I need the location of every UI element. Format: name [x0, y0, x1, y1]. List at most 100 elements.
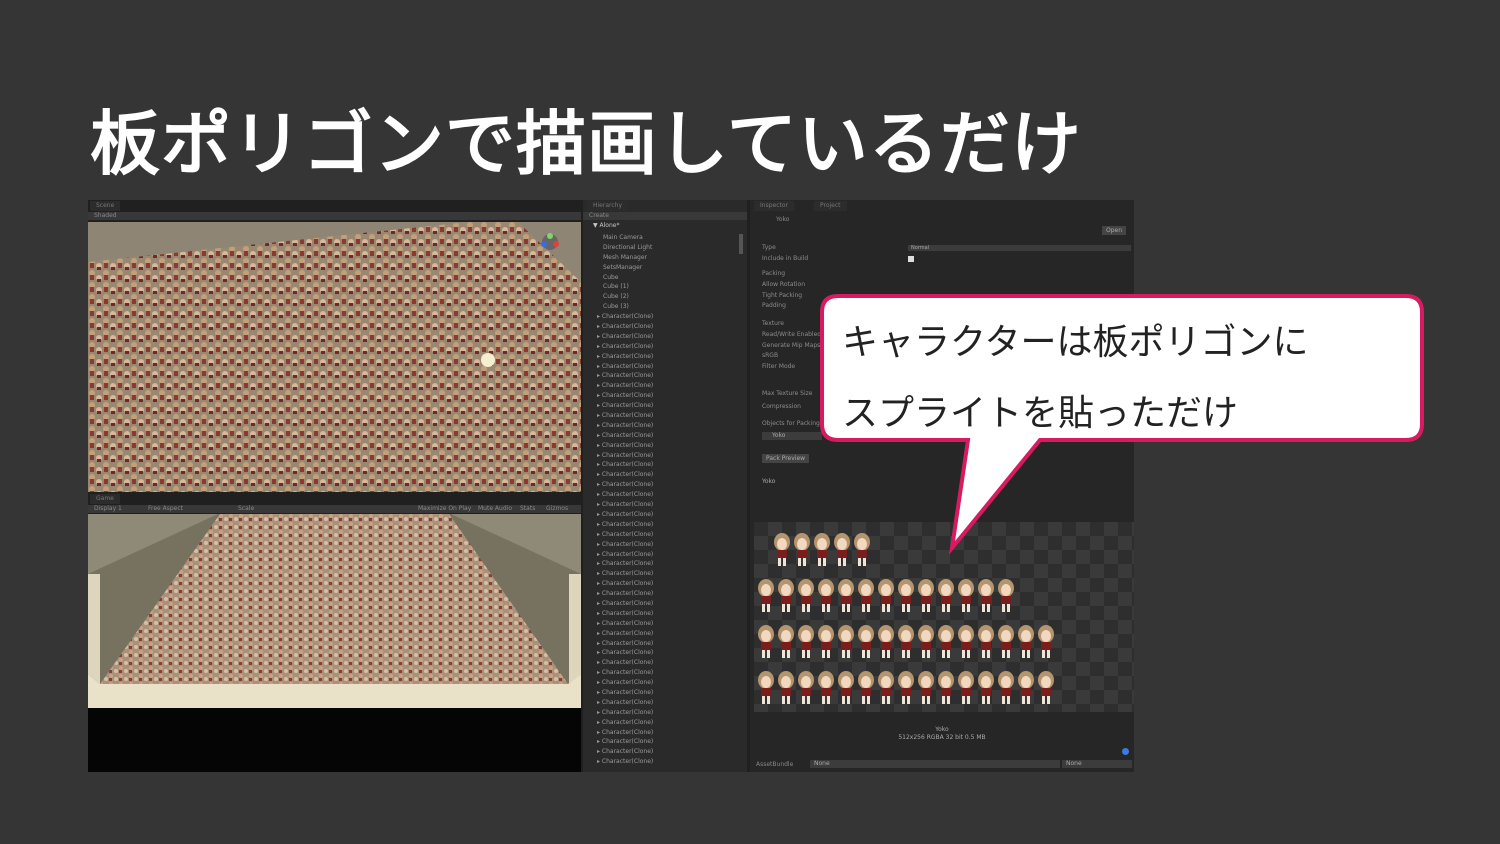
hierarchy-clone-item[interactable]: ▸ Character(Clone) [597, 411, 743, 421]
game-viewport[interactable] [88, 514, 581, 772]
property-label: Read/Write Enabled [762, 331, 822, 338]
callout-line-1: キャラクターは板ポリゴンに [842, 322, 1309, 363]
hierarchy-tab[interactable]: Hierarchy [587, 201, 629, 211]
property-label: Generate Mip Maps [762, 342, 821, 349]
hierarchy-clone-item[interactable]: ▸ Character(Clone) [597, 579, 743, 589]
hierarchy-clone-item[interactable]: ▸ Character(Clone) [597, 342, 743, 352]
hierarchy-item[interactable]: Main Camera [603, 233, 743, 243]
hierarchy-clone-item[interactable]: ▸ Character(Clone) [597, 609, 743, 619]
hierarchy-clone-item[interactable]: ▸ Character(Clone) [597, 718, 743, 728]
hierarchy-clone-item[interactable]: ▸ Character(Clone) [597, 421, 743, 431]
hierarchy-clone-item[interactable]: ▸ Character(Clone) [597, 678, 743, 688]
maximize-on-play-button[interactable]: Maximize On Play [418, 505, 471, 513]
gizmos-button[interactable]: Gizmos [546, 505, 568, 513]
hierarchy-clone-item[interactable]: ▸ Character(Clone) [597, 648, 743, 658]
hierarchy-clone-item[interactable]: ▸ Character(Clone) [597, 510, 743, 520]
hierarchy-clone-item[interactable]: ▸ Character(Clone) [597, 460, 743, 470]
hierarchy-clone-item[interactable]: ▸ Character(Clone) [597, 540, 743, 550]
sprite-frame [938, 671, 954, 704]
hierarchy-clone-item[interactable]: ▸ Character(Clone) [597, 362, 743, 372]
hierarchy-clone-item[interactable]: ▸ Character(Clone) [597, 381, 743, 391]
hierarchy-clone-item[interactable]: ▸ Character(Clone) [597, 688, 743, 698]
sprite-frame [878, 671, 894, 704]
slide-title: 板ポリゴンで描画しているだけ [90, 103, 1082, 185]
hierarchy-item[interactable]: Cube (3) [603, 302, 743, 312]
sprite-frame [1038, 625, 1054, 658]
hierarchy-item[interactable]: Cube (2) [603, 292, 743, 302]
sprite-frame [998, 579, 1014, 612]
hierarchy-clone-item[interactable]: ▸ Character(Clone) [597, 737, 743, 747]
hierarchy-clone-item[interactable]: ▸ Character(Clone) [597, 312, 743, 322]
hierarchy-scrollbar[interactable] [739, 234, 743, 254]
hierarchy-clone-item[interactable]: ▸ Character(Clone) [597, 371, 743, 381]
hierarchy-clone-item[interactable]: ▸ Character(Clone) [597, 352, 743, 362]
hierarchy-clone-item[interactable]: ▸ Character(Clone) [597, 658, 743, 668]
hierarchy-clone-item[interactable]: ▸ Character(Clone) [597, 757, 743, 767]
include-in-build-checkbox[interactable] [908, 256, 914, 262]
hierarchy-clone-item[interactable]: ▸ Character(Clone) [597, 391, 743, 401]
shading-mode-dropdown[interactable]: Shaded [94, 212, 117, 220]
hierarchy-clone-item[interactable]: ▸ Character(Clone) [597, 747, 743, 757]
hierarchy-item[interactable]: SetsManager [603, 263, 743, 273]
property-label: Tight Packing [762, 292, 803, 299]
hierarchy-clone-item[interactable]: ▸ Character(Clone) [597, 708, 743, 718]
scene-tab[interactable]: Scene [90, 201, 121, 211]
hierarchy-clone-item[interactable]: ▸ Character(Clone) [597, 490, 743, 500]
preview-light-icon[interactable] [1122, 748, 1129, 755]
hierarchy-clone-item[interactable]: ▸ Character(Clone) [597, 550, 743, 560]
scene-root-item[interactable]: ▼ Alone* [593, 222, 619, 229]
property-label: Texture [762, 320, 784, 327]
hierarchy-clone-item[interactable]: ▸ Character(Clone) [597, 401, 743, 411]
hierarchy-clone-item[interactable]: ▸ Character(Clone) [597, 451, 743, 461]
sprite-frame [858, 671, 874, 704]
create-dropdown[interactable]: Create [589, 212, 609, 220]
hierarchy-clone-item[interactable]: ▸ Character(Clone) [597, 431, 743, 441]
hierarchy-clone-item[interactable]: ▸ Character(Clone) [597, 639, 743, 649]
packing-object-field[interactable]: Yoko [762, 432, 822, 440]
sprite-frame [758, 671, 774, 704]
sprite-frame [778, 625, 794, 658]
property-label: Compression [762, 403, 801, 410]
sprite-frame [834, 533, 850, 566]
hierarchy-clone-item[interactable]: ▸ Character(Clone) [597, 698, 743, 708]
hierarchy-clone-item[interactable]: ▸ Character(Clone) [597, 500, 743, 510]
asset-bundle-variant-dropdown[interactable]: None [1062, 760, 1132, 768]
hierarchy-clone-item[interactable]: ▸ Character(Clone) [597, 629, 743, 639]
hierarchy-clone-item[interactable]: ▸ Character(Clone) [597, 559, 743, 569]
light-gizmo-icon[interactable] [481, 353, 495, 367]
inspector-tab[interactable]: Inspector [754, 201, 794, 211]
project-tab[interactable]: Project [814, 201, 847, 211]
asset-bundle-dropdown[interactable]: None [810, 760, 1060, 768]
sprite-frame [898, 579, 914, 612]
hierarchy-clone-item[interactable]: ▸ Character(Clone) [597, 520, 743, 530]
hierarchy-clone-item[interactable]: ▸ Character(Clone) [597, 589, 743, 599]
pack-preview-button[interactable]: Pack Preview [762, 454, 810, 463]
hierarchy-clone-item[interactable]: ▸ Character(Clone) [597, 619, 743, 629]
hierarchy-clone-item[interactable]: ▸ Character(Clone) [597, 470, 743, 480]
display-dropdown[interactable]: Display 1 [94, 505, 122, 513]
hierarchy-clone-item[interactable]: ▸ Character(Clone) [597, 322, 743, 332]
asset-bundle-label: AssetBundle [756, 761, 794, 768]
hierarchy-clone-item[interactable]: ▸ Character(Clone) [597, 728, 743, 738]
scale-slider[interactable]: Scale [238, 505, 254, 513]
hierarchy-clone-item[interactable]: ▸ Character(Clone) [597, 668, 743, 678]
hierarchy-clone-item[interactable]: ▸ Character(Clone) [597, 599, 743, 609]
hierarchy-clone-item[interactable]: ▸ Character(Clone) [597, 332, 743, 342]
hierarchy-item[interactable]: Cube [603, 273, 743, 283]
asset-name: Yoko [776, 216, 790, 223]
hierarchy-clone-item[interactable]: ▸ Character(Clone) [597, 441, 743, 451]
hierarchy-item[interactable]: Cube (1) [603, 282, 743, 292]
mute-audio-button[interactable]: Mute Audio [478, 505, 512, 513]
scene-viewport[interactable] [88, 222, 581, 492]
sprite-frame [798, 671, 814, 704]
hierarchy-clone-item[interactable]: ▸ Character(Clone) [597, 480, 743, 490]
hierarchy-item[interactable]: Mesh Manager [603, 253, 743, 263]
hierarchy-item[interactable]: Directional Light [603, 243, 743, 253]
hierarchy-clone-item[interactable]: ▸ Character(Clone) [597, 530, 743, 540]
open-button[interactable]: Open [1102, 226, 1127, 235]
stats-button[interactable]: Stats [520, 505, 535, 513]
game-tab[interactable]: Game [90, 494, 120, 504]
hierarchy-clone-item[interactable]: ▸ Character(Clone) [597, 569, 743, 579]
type-dropdown[interactable]: Normal [908, 245, 1131, 251]
aspect-dropdown[interactable]: Free Aspect [148, 505, 183, 513]
